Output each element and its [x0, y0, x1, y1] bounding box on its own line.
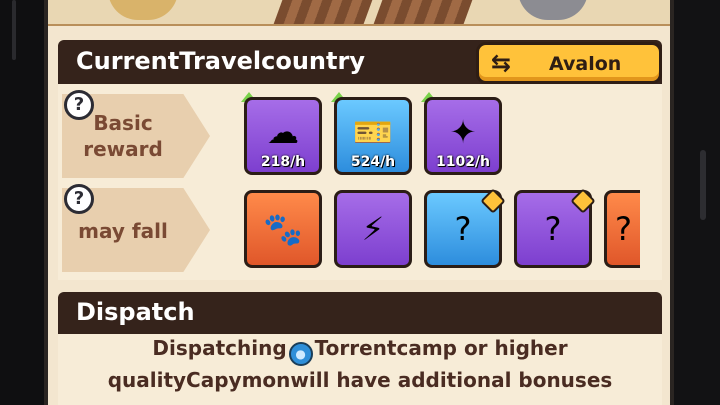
game-screen: CurrentTravelcountry ⇆ Avalon Basic rewa… — [44, 0, 674, 405]
reward-rate: 524/h — [350, 154, 396, 170]
section-title: CurrentTravelcountry — [76, 47, 365, 75]
country-switch-button[interactable]: ⇆ Avalon — [476, 42, 662, 84]
help-icon[interactable]: ? — [64, 90, 94, 120]
drop-item[interactable]: ⚡ — [334, 190, 412, 268]
help-icon[interactable]: ? — [64, 184, 94, 214]
rail-decoration — [373, 0, 473, 24]
reward-rate: 1102/h — [435, 154, 491, 170]
device-bezel-right — [674, 0, 720, 405]
device-side-button — [700, 150, 706, 220]
paw-coin-icon: 🐾 — [263, 210, 303, 248]
reward-item[interactable]: ✦ 1102/h — [424, 97, 502, 175]
device-side-button — [12, 0, 16, 60]
drop-item[interactable]: ? — [604, 190, 640, 268]
dispatch-text-part: Torrentcamp or higher — [314, 336, 568, 360]
travel-country-header: CurrentTravelcountry ⇆ Avalon — [58, 40, 662, 84]
cloud-gold-icon: ☁ — [267, 113, 299, 151]
reward-item[interactable]: 🎫 524/h — [334, 97, 412, 175]
device-bezel-left — [0, 0, 44, 405]
rock-decoration — [518, 0, 588, 20]
ticket-icon: 🎫 — [353, 113, 393, 151]
mystery-chest-icon: ? — [454, 210, 472, 248]
star-card-icon: ✦ — [449, 113, 477, 151]
dispatch-header: Dispatch — [58, 292, 662, 334]
label-line: may fall — [78, 219, 168, 243]
label-line: reward — [83, 137, 163, 161]
drop-item[interactable]: 🐾 — [244, 190, 322, 268]
dispatch-text-part: Dispatching — [152, 336, 287, 360]
reward-item[interactable]: ☁ 218/h — [244, 97, 322, 175]
country-name: Avalon — [549, 53, 622, 75]
rock-decoration — [108, 0, 178, 20]
dispatch-description-line1: Dispatching ● Torrentcamp or higher — [68, 332, 652, 366]
section-title: Dispatch — [76, 298, 195, 326]
rail-decoration — [273, 0, 373, 24]
mystery-chest-icon: ? — [544, 210, 562, 248]
reward-rate: 218/h — [260, 154, 306, 170]
dispatch-description-line2: qualityCapymonwill have additional bonus… — [107, 368, 613, 392]
swap-icon: ⇆ — [491, 49, 512, 77]
scene-strip — [48, 0, 670, 26]
mystery-chest-icon: ? — [615, 210, 632, 248]
water-drop-icon: ● — [288, 342, 313, 366]
canister-icon: ⚡ — [361, 210, 385, 248]
